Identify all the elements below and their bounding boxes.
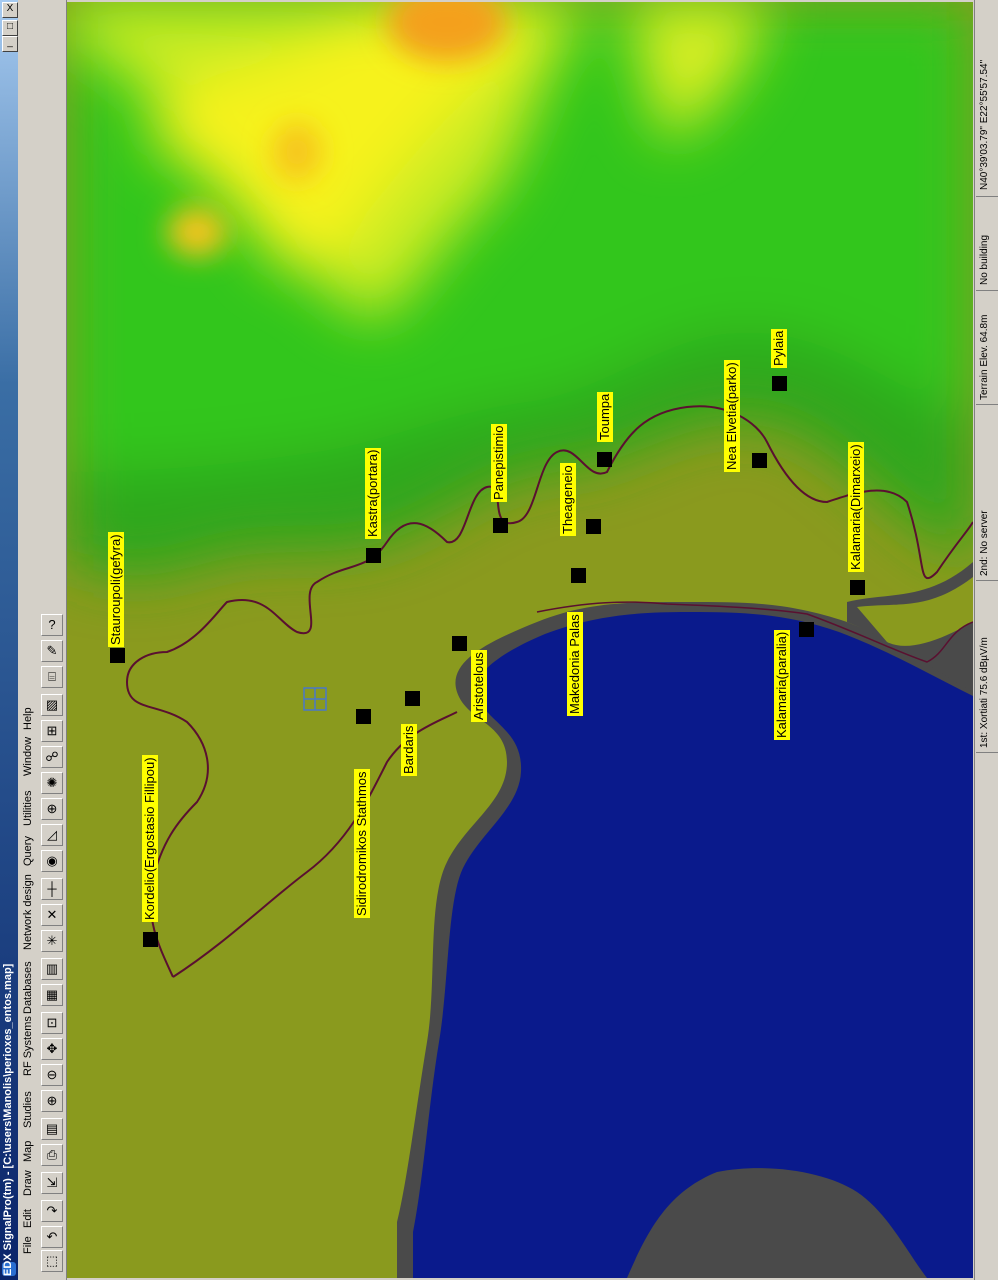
menu-bar: File Edit Draw Map Studies RF Systems Da… (18, 0, 38, 1280)
site-label: Kalamaria(paralia) (774, 629, 790, 740)
cylinder-icon[interactable]: ⌸ (41, 666, 63, 688)
site-marker[interactable] (752, 453, 767, 468)
terrain-map (67, 2, 973, 1278)
site-label: Kordelio(Ergostasio Fillipou) (142, 755, 158, 922)
print-icon[interactable]: ⎙ (41, 1144, 63, 1166)
site-label: Makedonia Palas (567, 612, 583, 716)
site-marker[interactable] (356, 709, 371, 724)
menu-network-design[interactable]: Network design (22, 874, 34, 950)
select-tool-icon[interactable]: ⬚ (41, 1250, 63, 1272)
layers-icon[interactable]: ▤ (41, 1118, 63, 1140)
status-second-server: 2nd: No server (979, 510, 990, 576)
site-label: Theageneio (560, 463, 576, 536)
menu-edit[interactable]: Edit (22, 1209, 34, 1228)
network-icon[interactable]: ✺ (41, 772, 63, 794)
star-icon[interactable]: ✳ (41, 930, 63, 952)
paint-icon[interactable]: ✎ (41, 640, 63, 662)
map-canvas[interactable]: Stauroupoli(gefyra) Kastra(portara) Pane… (67, 2, 973, 1278)
site-marker[interactable] (143, 932, 158, 947)
site-label: Kastra(portara) (365, 447, 381, 539)
site-label: Stauroupoli(gefyra) (108, 532, 124, 647)
measure-icon[interactable]: ⇲ (41, 1172, 63, 1194)
menu-query[interactable]: Query (22, 836, 34, 866)
coverage-map-icon[interactable]: ▦ (41, 984, 63, 1006)
pan-icon[interactable]: ✥ (41, 1038, 63, 1060)
redo-icon[interactable]: ↷ (41, 1200, 63, 1222)
site-marker[interactable] (110, 648, 125, 663)
chart-icon[interactable]: ▨ (41, 694, 63, 716)
menu-help[interactable]: Help (22, 707, 34, 730)
site-label: Panepistimio (491, 423, 507, 502)
new-link-icon[interactable]: ☍ (41, 746, 63, 768)
profile-icon[interactable]: ◿ (41, 824, 63, 846)
site-marker[interactable] (452, 636, 467, 651)
status-building: No building (979, 234, 990, 285)
menu-studies[interactable]: Studies (22, 1091, 34, 1128)
site-label: Aristotelous (471, 650, 487, 722)
site-marker[interactable] (493, 518, 508, 533)
menu-draw[interactable]: Draw (22, 1170, 34, 1196)
site-marker[interactable] (405, 691, 420, 706)
site-marker[interactable] (799, 622, 814, 637)
site-marker[interactable] (366, 548, 381, 563)
site-marker[interactable] (850, 580, 865, 595)
status-first-server: 1st: Xortiati 75.6 dBµV/m (979, 637, 990, 748)
toolbar: ⬚ ↶ ↷ ⇲ ⎙ ▤ ⊕ ⊖ ✥ ⊡ ▦ ▥ ✳ ✕ ┼ ◉ ◿ ⊕ ✺ ☍ … (38, 0, 67, 1280)
menu-utilities[interactable]: Utilities (22, 791, 34, 826)
title-bar[interactable]: EDX SignalPro(tm) - [C:\users\Manolis\pe… (0, 0, 18, 1280)
site-marker[interactable] (586, 519, 601, 534)
menu-map[interactable]: Map (22, 1141, 34, 1162)
site-label: Pylaia (771, 328, 787, 368)
zoom-out-icon[interactable]: ⊖ (41, 1064, 63, 1086)
new-site-icon[interactable]: ⊞ (41, 720, 63, 742)
site-marker[interactable] (571, 568, 586, 583)
zoom-box-icon[interactable]: ⊡ (41, 1012, 63, 1034)
maximize-button[interactable]: □ (2, 20, 18, 36)
site-label: Nea Elvetia(parko) (724, 360, 740, 472)
close-button[interactable]: X (2, 2, 18, 18)
help-icon[interactable]: ? (41, 614, 63, 636)
status-terrain-elevation: Terrain Elev. 64.8m (979, 314, 990, 400)
status-bar: N40°39'03.79" E22°55'57.54" No building … (974, 0, 998, 1280)
grid-icon[interactable]: ▥ (41, 958, 63, 980)
target-icon[interactable]: ⊕ (41, 798, 63, 820)
site-marker[interactable] (772, 376, 787, 391)
site-label: Sidirodromikos Stathmos (354, 769, 370, 918)
window-title: EDX SignalPro(tm) - [C:\users\Manolis\pe… (2, 963, 14, 1276)
menu-file[interactable]: File (22, 1236, 34, 1254)
signal-plot-icon[interactable]: ◉ (41, 850, 63, 872)
site-label: Bardaris (401, 723, 417, 776)
ruler-icon[interactable]: ┼ (41, 878, 63, 900)
menu-rf-systems[interactable]: RF Systems (22, 1016, 34, 1076)
app-window: EDX SignalPro(tm) - [C:\users\Manolis\pe… (0, 0, 998, 1280)
zoom-in-icon[interactable]: ⊕ (41, 1090, 63, 1112)
minimize-button[interactable]: _ (2, 36, 18, 52)
status-coordinates: N40°39'03.79" E22°55'57.54" (979, 59, 990, 190)
site-marker[interactable] (597, 452, 612, 467)
undo-icon[interactable]: ↶ (41, 1226, 63, 1248)
link-icon[interactable]: ✕ (41, 904, 63, 926)
site-label: Toumpa (597, 391, 613, 442)
menu-databases[interactable]: Databases (22, 961, 34, 1014)
site-label: Kalamaria(Dimarxeio) (848, 442, 864, 572)
menu-window[interactable]: Window (22, 737, 34, 776)
